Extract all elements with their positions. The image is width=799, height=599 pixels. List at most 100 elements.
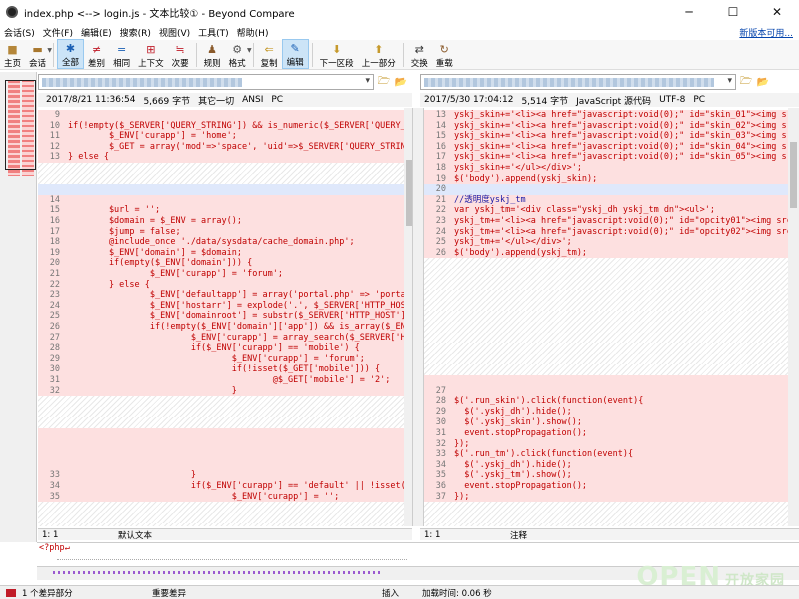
menu-tools[interactable]: 工具(T) [194, 26, 233, 39]
code-line[interactable]: 13 yskj_skin+='<li><a href="javascript:vo… [424, 110, 788, 121]
reload-button[interactable]: ↻ 重载 [432, 39, 457, 69]
code-line[interactable]: 11 $_ENV['curapp'] = 'home'; [38, 131, 404, 142]
code-line[interactable]: 23 $_ENV['defaultapp'] = array('portal.p… [38, 290, 404, 301]
maximize-button[interactable]: ☐ [711, 0, 755, 24]
code-line[interactable]: 32 } [38, 385, 404, 397]
code-line[interactable]: 33 } [38, 470, 404, 481]
code-line[interactable] [424, 353, 788, 365]
menu-search[interactable]: 搜索(R) [116, 26, 155, 39]
pane-divider[interactable] [412, 108, 424, 526]
code-line[interactable]: 25 $_ENV['domainroot'] = substr($_SERVER… [38, 311, 404, 322]
code-line[interactable]: 19 $('body').append(yskj_skin); [424, 173, 788, 185]
chevron-down-icon[interactable]: ▾ [727, 76, 732, 86]
code-line[interactable]: 35 $('.yskj_tm').show(); [424, 470, 788, 481]
code-line[interactable] [38, 449, 404, 460]
code-line[interactable]: 30 if(!isset($_GET['mobile'])) { [38, 364, 404, 375]
code-line[interactable] [424, 512, 788, 524]
code-line[interactable] [424, 322, 788, 333]
code-line[interactable]: 37}); [424, 491, 788, 503]
code-line[interactable]: 15 $url = ''; [38, 205, 404, 216]
right-eol-select[interactable]: PC [693, 95, 705, 105]
left-path-input[interactable]: ▾ [38, 74, 374, 90]
same-button[interactable]: = 相同 [109, 39, 134, 69]
code-line[interactable] [38, 406, 404, 418]
code-line[interactable]: 24 yskj_tm+='<li><a href="javascript:void… [424, 226, 788, 238]
code-line[interactable]: 12 $_GET = array('mod'=>'space', 'uid'=>… [38, 141, 404, 153]
code-line[interactable]: 18 yskj_skin+='</ul></div>'; [424, 163, 788, 174]
prev-section-button[interactable]: ⬆ 上一部分 [358, 39, 400, 69]
code-line[interactable]: 27 [424, 385, 788, 397]
code-line[interactable]: 30 $('.yskj_skin').show(); [424, 417, 788, 428]
code-line[interactable] [38, 396, 404, 407]
code-line[interactable] [424, 502, 788, 513]
code-line[interactable] [38, 428, 404, 439]
code-line[interactable] [424, 523, 788, 526]
code-line[interactable]: 21 //透明度yskj_tm [424, 194, 788, 206]
code-line[interactable]: 29 $('.yskj_dh').hide(); [424, 406, 788, 418]
code-line[interactable] [424, 258, 788, 269]
code-line[interactable] [38, 417, 404, 428]
code-line[interactable] [424, 311, 788, 322]
format-button[interactable]: ⚙ 格式 ▼ [225, 39, 252, 69]
code-line[interactable]: 14 yskj_skin+='<li><a href="javascript:vo… [424, 120, 788, 132]
left-code-pane[interactable]: 9 10 if(!empty($_SERVER['QUERY_STRING']) &… [38, 108, 404, 526]
code-line[interactable]: 10 if(!empty($_SERVER['QUERY_STRING']) &&… [38, 120, 404, 132]
code-line[interactable]: 26 if(!empty($_ENV['domain']['app']) && … [38, 322, 404, 333]
code-line[interactable]: 20 [424, 184, 788, 195]
chevron-down-icon[interactable]: ▾ [365, 76, 370, 86]
scroll-thumb[interactable] [790, 142, 797, 208]
code-line[interactable]: 26 $('body').append(yskj_tm); [424, 247, 788, 259]
minor-button[interactable]: ≒ 次要 [168, 39, 193, 69]
code-line[interactable]: 28 if($_ENV['curapp'] == 'mobile') { [38, 343, 404, 354]
right-code-pane[interactable]: 13 yskj_skin+='<li><a href="javascript:vo… [424, 108, 788, 526]
code-line[interactable]: 25 yskj_tm+='</ul></div>'; [424, 237, 788, 248]
swap-button[interactable]: ⇄ 交换 [407, 39, 432, 69]
code-line[interactable] [424, 300, 788, 312]
code-line[interactable]: 17 $jump = false; [38, 226, 404, 238]
code-line[interactable]: 9 [38, 110, 404, 121]
code-line[interactable] [424, 269, 788, 280]
code-line[interactable] [38, 502, 404, 513]
code-line[interactable]: 33 $('.run_tm').click(function(event){ [424, 449, 788, 460]
code-line[interactable]: 36 event.stopPropagation(); [424, 481, 788, 492]
next-section-button[interactable]: ⬇ 下一区段 [316, 39, 358, 69]
right-browse-icon[interactable]: 🗁 [739, 75, 753, 89]
code-line[interactable]: 17 yskj_skin+='<li><a href="javascript:vo… [424, 152, 788, 163]
code-line[interactable] [38, 173, 404, 185]
code-line[interactable]: 19 $_ENV['domain'] = $domain; [38, 247, 404, 259]
left-encoding-select[interactable]: ANSI [242, 95, 263, 105]
code-line[interactable] [424, 375, 788, 386]
code-line[interactable] [38, 512, 404, 524]
menu-help[interactable]: 帮助(H) [233, 26, 273, 39]
right-filter-select[interactable]: JavaScript 源代码 [576, 94, 651, 107]
all-button[interactable]: ✱ 全部 [57, 39, 85, 69]
context-button[interactable]: ⊞ 上下文 [134, 39, 168, 69]
code-line[interactable]: 14 [38, 194, 404, 206]
right-vertical-scrollbar[interactable] [788, 108, 799, 526]
code-line[interactable] [424, 279, 788, 291]
code-line[interactable]: 31 @$_GET['mobile'] = '2'; [38, 375, 404, 386]
code-line[interactable]: 32}); [424, 438, 788, 450]
right-encoding-select[interactable]: UTF-8 [659, 95, 685, 105]
code-line[interactable] [38, 438, 404, 450]
left-browse-icon[interactable]: 🗁 [377, 75, 391, 89]
code-line[interactable] [424, 343, 788, 354]
session-button[interactable]: ▬ 会话 ▼ [25, 39, 52, 69]
rules-button[interactable]: ♟ 规则 [200, 39, 225, 69]
code-line[interactable]: 23 yskj_tm+='<li><a href="javascript:void… [424, 216, 788, 227]
diff-overview-thumbnail[interactable] [0, 72, 37, 542]
edit-button[interactable]: ✎ 编辑 [281, 39, 309, 69]
code-line[interactable] [38, 459, 404, 471]
code-line[interactable]: 20 if(empty($_ENV['domain'])) { [38, 258, 404, 269]
code-line[interactable] [424, 364, 788, 375]
code-line[interactable]: 27 $_ENV['curapp'] = array_search($_SERV… [38, 332, 404, 344]
code-line[interactable]: 16 yskj_skin+='<li><a href="javascript:vo… [424, 141, 788, 153]
code-line[interactable]: 22 } else { [38, 279, 404, 291]
left-filter-select[interactable]: 其它一切 [198, 94, 234, 107]
menu-session[interactable]: 会话(S) [0, 26, 39, 39]
menu-file[interactable]: 文件(F) [39, 26, 77, 39]
code-line[interactable]: 15 yskj_skin+='<li><a href="javascript:vo… [424, 131, 788, 142]
right-path-input[interactable]: ▾ [420, 74, 736, 90]
code-line[interactable]: 34 $('.yskj_dh').hide(); [424, 459, 788, 471]
new-version-link[interactable]: 新版本可用... [739, 26, 793, 39]
